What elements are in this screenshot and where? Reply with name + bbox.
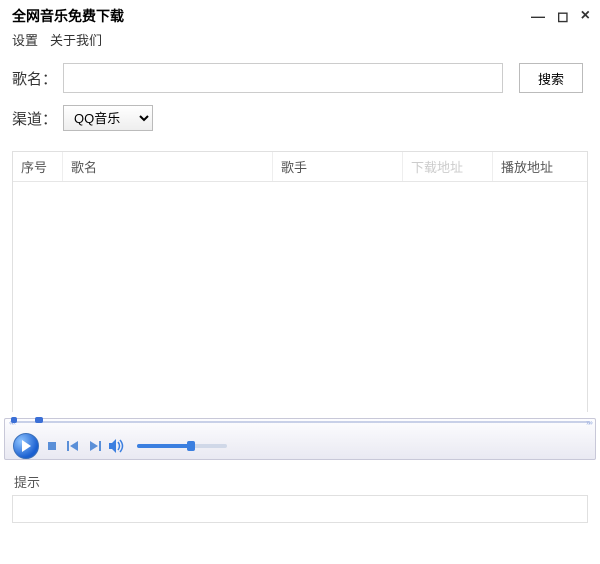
volume-fill	[137, 444, 191, 448]
maximize-button[interactable]: ◻	[557, 9, 569, 23]
volume-button[interactable]	[109, 439, 127, 453]
play-button[interactable]	[13, 433, 39, 459]
menu-about[interactable]: 关于我们	[50, 30, 102, 49]
header-download[interactable]: 下载地址	[403, 152, 493, 181]
menu-settings[interactable]: 设置	[12, 30, 38, 49]
hint-box	[12, 495, 588, 523]
header-singer[interactable]: 歌手	[273, 152, 403, 181]
header-play[interactable]: 播放地址	[493, 152, 587, 181]
stop-button[interactable]	[45, 441, 59, 451]
search-button[interactable]: 搜索	[519, 63, 583, 93]
window-title: 全网音乐免费下载	[12, 6, 124, 26]
channel-select[interactable]: QQ音乐	[63, 105, 153, 131]
channel-label: 渠道：	[12, 108, 57, 129]
progress-track[interactable]: «« »»	[11, 419, 589, 425]
header-song[interactable]: 歌名	[63, 152, 273, 181]
prev-track-button[interactable]	[65, 441, 81, 451]
progress-knob[interactable]	[35, 417, 43, 423]
song-label: 歌名：	[12, 68, 57, 89]
window-controls: — ◻ ×	[531, 8, 590, 24]
header-no[interactable]: 序号	[13, 152, 63, 181]
minimize-button[interactable]: —	[531, 9, 545, 23]
song-input[interactable]	[63, 63, 503, 93]
menubar: 设置 关于我们	[0, 28, 600, 57]
results-table: 序号 歌名 歌手 下载地址 播放地址	[12, 151, 588, 412]
forward-chevrons-icon: »»	[586, 418, 591, 427]
volume-knob[interactable]	[187, 441, 195, 451]
volume-icon	[109, 439, 127, 453]
volume-slider[interactable]	[137, 444, 227, 448]
next-track-button[interactable]	[87, 441, 103, 451]
close-button[interactable]: ×	[581, 8, 590, 24]
progress-line	[11, 421, 589, 423]
table-body	[13, 182, 587, 412]
player-bar: «« »»	[4, 418, 596, 460]
hint-label: 提示	[12, 468, 588, 495]
progress-start-marker	[11, 417, 17, 423]
play-icon	[21, 440, 31, 452]
